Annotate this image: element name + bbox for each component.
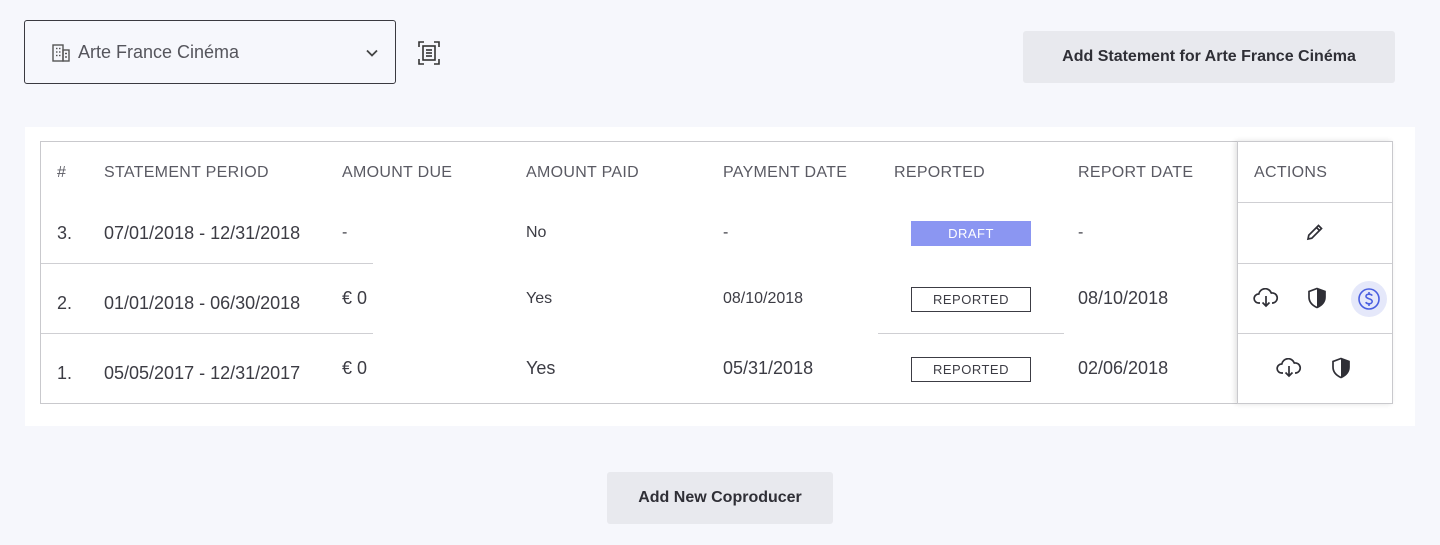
header-payment-date: PAYMENT DATE: [723, 164, 848, 181]
statement-period: 05/05/2017 - 12/31/2017: [104, 363, 301, 383]
row-number: 2.: [57, 293, 73, 313]
actions-column: ACTIONS: [1237, 141, 1393, 404]
row-divider: [1238, 202, 1392, 203]
amount-paid: No: [526, 224, 547, 241]
report-date: 08/10/2018: [1078, 288, 1169, 308]
row-divider: [1238, 263, 1392, 264]
add-coproducer-button[interactable]: Add New Coproducer: [607, 472, 833, 524]
row-divider: [41, 333, 373, 334]
header-reported: REPORTED: [894, 164, 986, 181]
row-divider: [1238, 333, 1392, 334]
header-statement-period: STATEMENT PERIOD: [104, 164, 269, 181]
header-number: #: [57, 164, 67, 181]
shield-icon[interactable]: [1307, 287, 1327, 309]
amount-due: € 0: [342, 288, 368, 308]
report-date: 02/06/2018: [1078, 358, 1169, 378]
status-badge: DRAFT: [911, 221, 1031, 246]
payment-date: 05/31/2018: [723, 358, 814, 378]
add-statement-button[interactable]: Add Statement for Arte France Cinéma: [1023, 31, 1395, 83]
coproducer-select[interactable]: Arte France Cinéma: [24, 20, 396, 84]
dollar-icon: [1358, 288, 1380, 310]
report-date: -: [1078, 224, 1084, 241]
header-report-date: REPORT DATE: [1078, 164, 1194, 181]
building-icon: [51, 43, 71, 68]
cloud-download-icon[interactable]: [1253, 288, 1279, 308]
amount-paid: Yes: [526, 290, 553, 307]
status-badge: REPORTED: [911, 357, 1031, 382]
statements-table: # STATEMENT PERIOD AMOUNT DUE AMOUNT PAI…: [40, 141, 1393, 404]
document-scan-icon[interactable]: [417, 40, 441, 71]
payment-date: 08/10/2018: [723, 290, 804, 307]
statement-period: 01/01/2018 - 06/30/2018: [104, 293, 301, 313]
statement-period: 07/01/2018 - 12/31/2018: [104, 223, 301, 243]
row-divider: [878, 333, 1064, 334]
chevron-down-icon: [365, 46, 379, 65]
amount-due: -: [342, 224, 348, 241]
row-divider: [41, 263, 373, 264]
row-number: 1.: [57, 363, 73, 383]
amount-due: € 0: [342, 358, 368, 378]
payment-date: -: [723, 224, 729, 241]
header-amount-paid: AMOUNT PAID: [526, 164, 639, 181]
status-badge: REPORTED: [911, 287, 1031, 312]
amount-paid: Yes: [526, 358, 556, 378]
payment-button[interactable]: [1351, 281, 1387, 317]
row-number: 3.: [57, 223, 73, 243]
shield-icon[interactable]: [1331, 357, 1351, 379]
header-amount-due: AMOUNT DUE: [342, 164, 453, 181]
header-actions: ACTIONS: [1254, 164, 1328, 181]
edit-icon[interactable]: [1305, 222, 1325, 242]
coproducer-select-value: Arte France Cinéma: [78, 42, 240, 62]
cloud-download-icon[interactable]: [1276, 358, 1302, 378]
